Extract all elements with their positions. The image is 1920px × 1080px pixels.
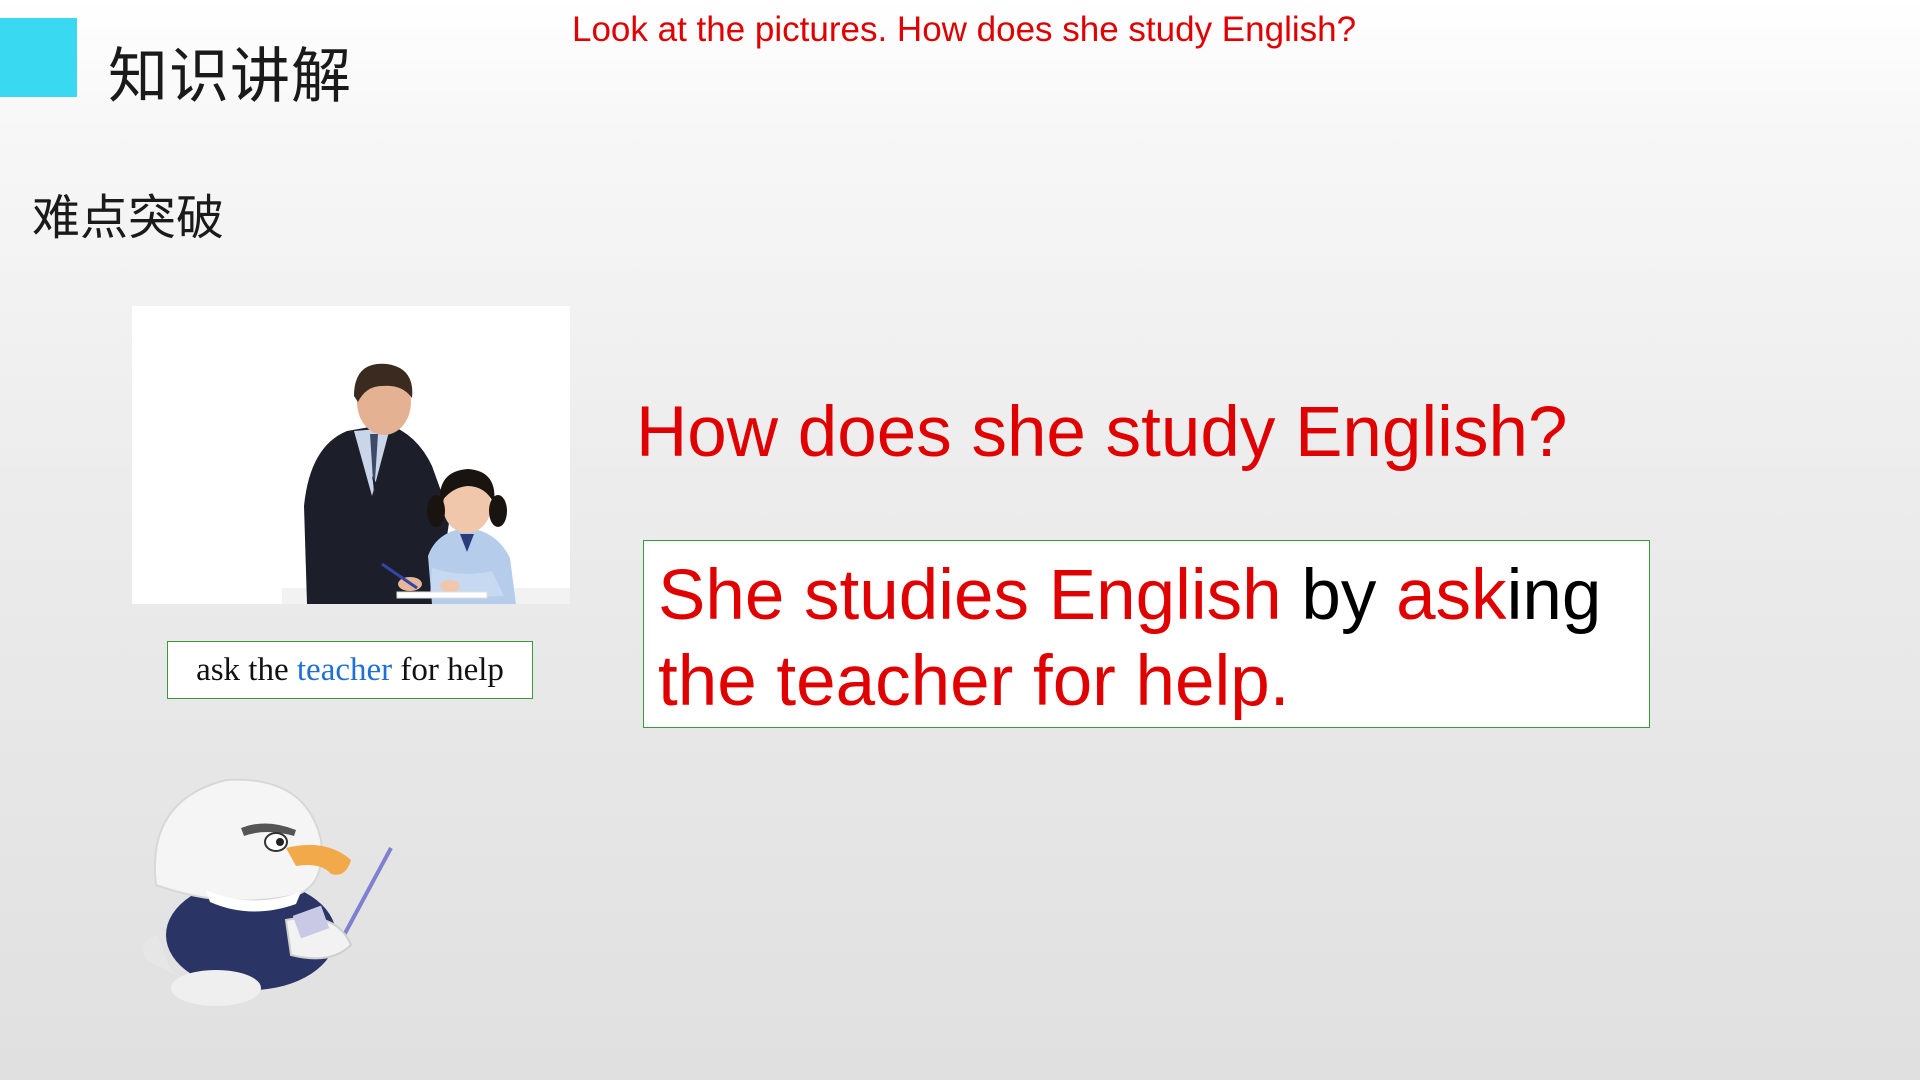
question-text: How does she study English? <box>636 393 1568 472</box>
teacher-helping-illustration <box>132 306 570 604</box>
phrase-part1: ask the <box>196 652 297 688</box>
header-accent-bar <box>0 18 77 97</box>
answer-red-1: She studies English <box>658 556 1302 635</box>
teacher-helping-girl-icon <box>282 363 570 604</box>
answer-black-2: ing <box>1506 556 1602 635</box>
phrase-highlight: teacher <box>296 652 393 688</box>
phrase-part2: for help <box>392 652 504 688</box>
eagle-mascot-icon <box>142 778 393 1006</box>
section-title: 难点突破 <box>32 190 225 246</box>
eagle-mascot <box>136 770 406 1020</box>
answer-red-3: the teacher for help. <box>658 642 1290 721</box>
answer-black-1: by <box>1301 556 1397 635</box>
answer-red-2: ask <box>1396 556 1507 635</box>
top-prompt: Look at the pictures. How does she study… <box>572 10 1357 49</box>
answer-box: She studies English by asking the teache… <box>643 540 1650 728</box>
page-title: 知识讲解 <box>108 42 352 112</box>
phrase-box: ask the teacher for help <box>167 641 533 699</box>
